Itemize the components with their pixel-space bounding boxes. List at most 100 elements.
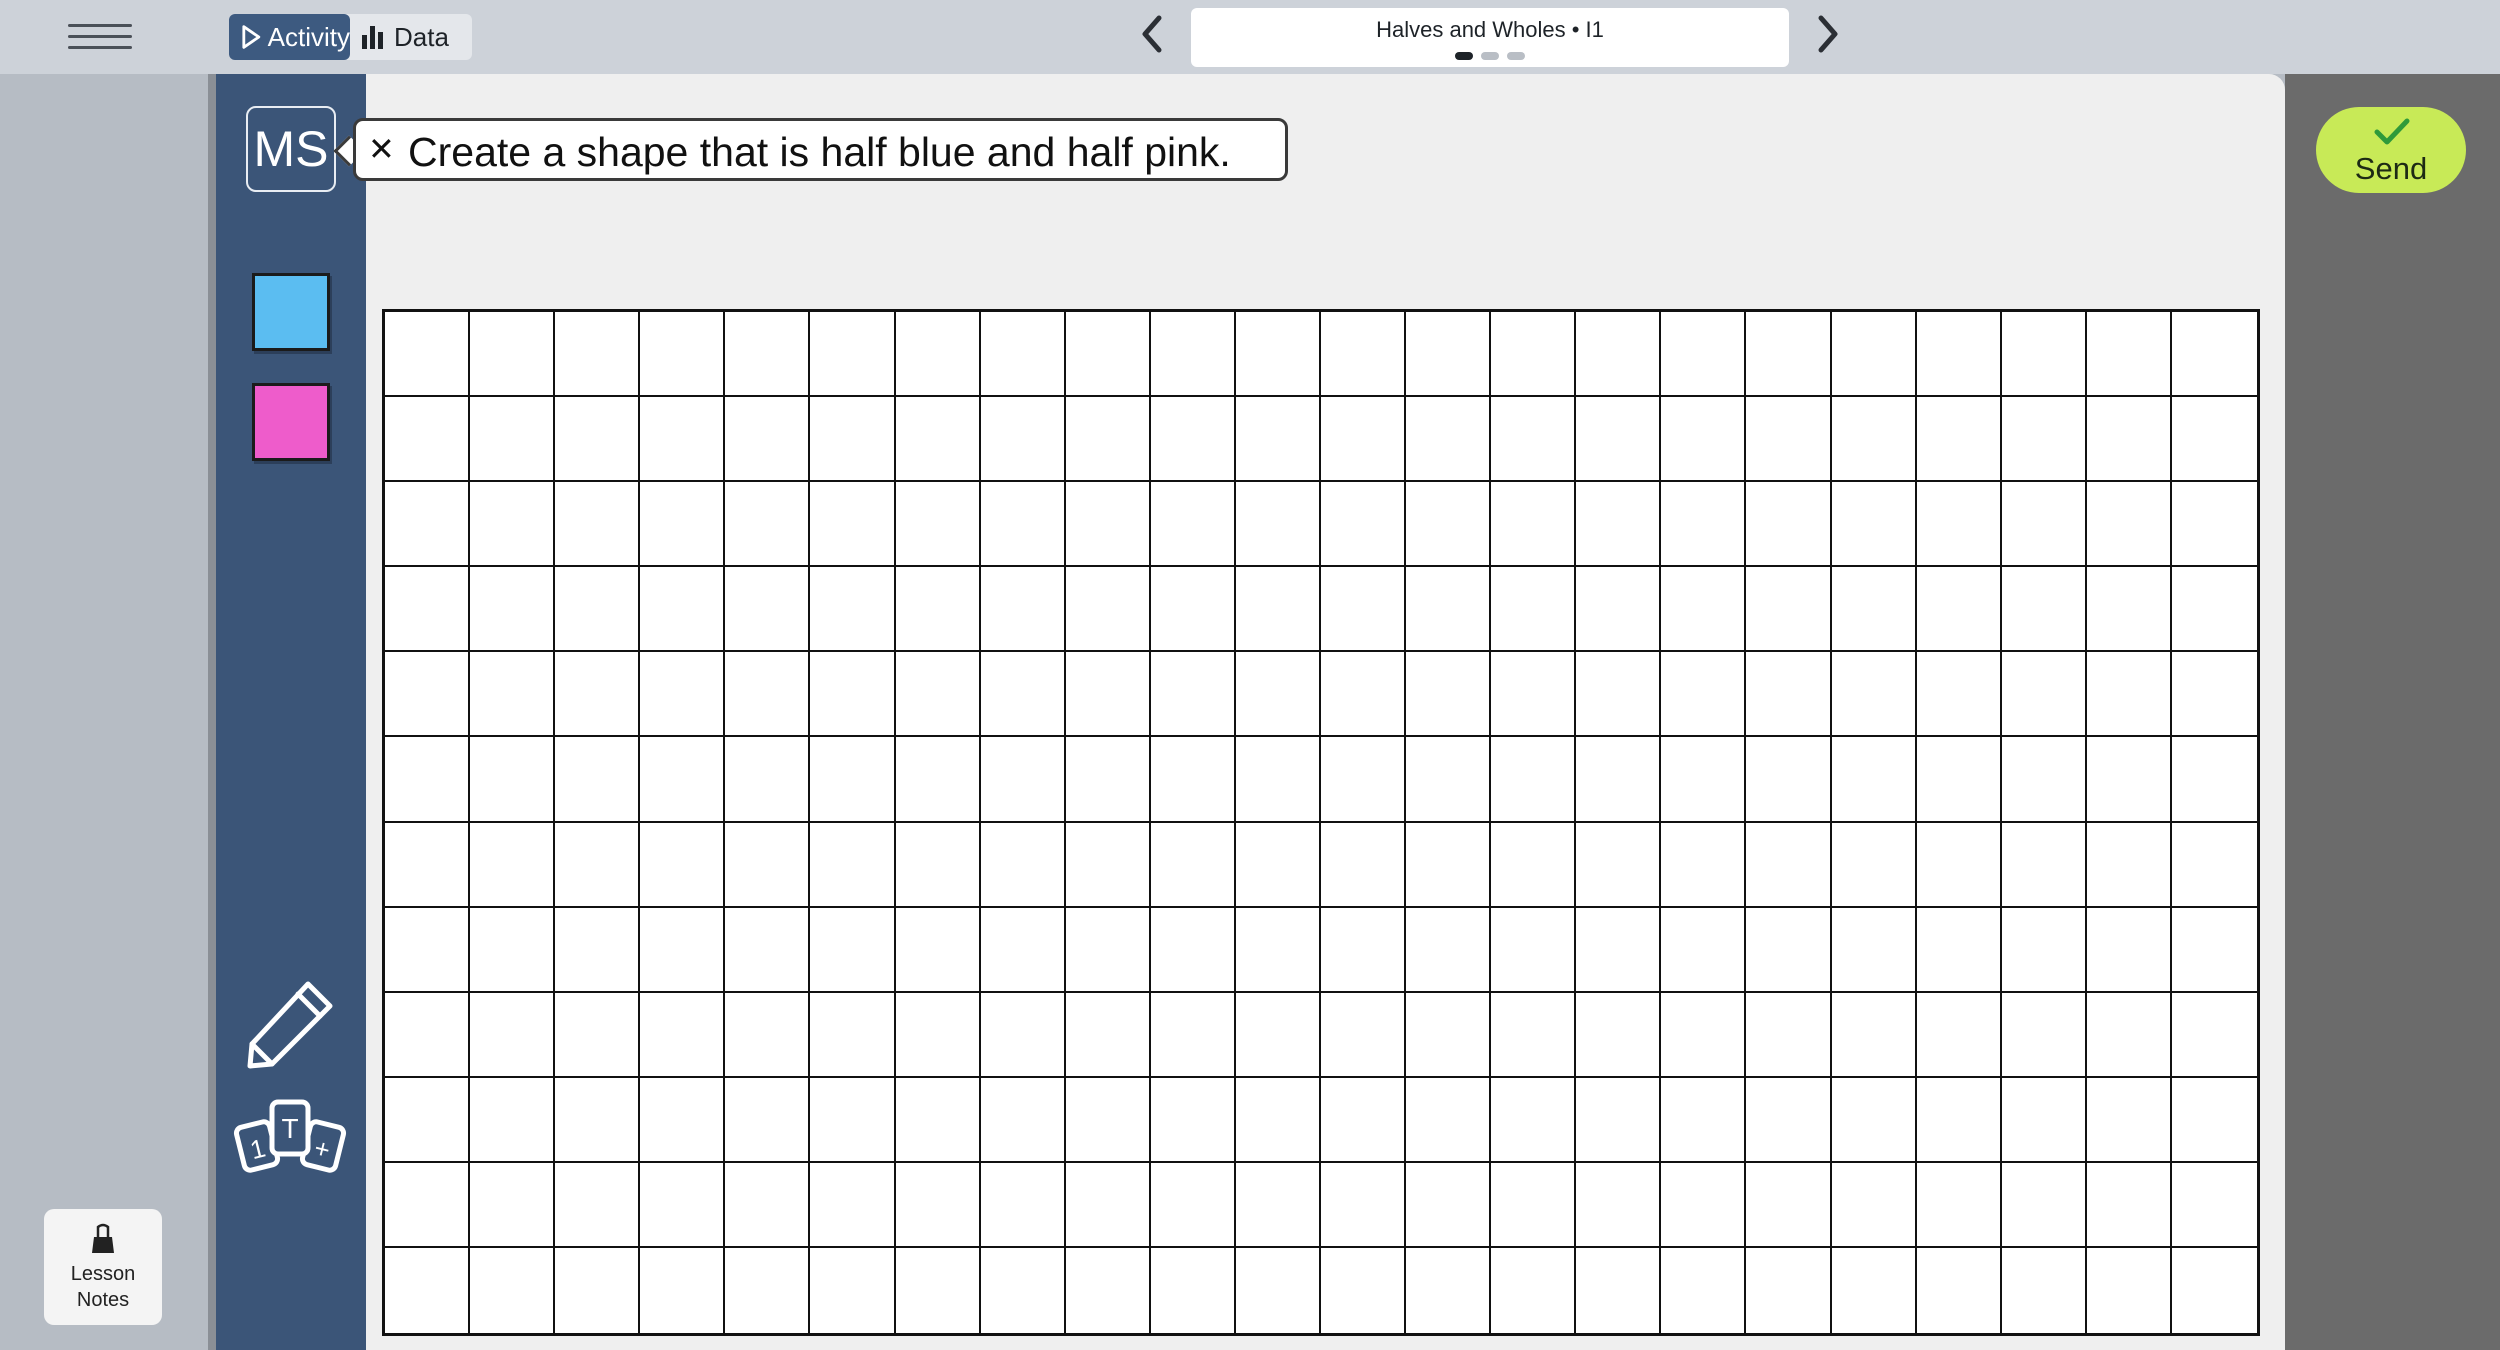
grid-cell[interactable] (1661, 652, 1747, 738)
grid-cell[interactable] (470, 1162, 556, 1248)
grid-cell[interactable] (2086, 737, 2172, 823)
lesson-notes-button[interactable]: Lesson Notes (44, 1209, 162, 1325)
grid-cell[interactable] (1916, 992, 2002, 1078)
grid-cell[interactable] (1235, 567, 1321, 653)
grid-cell[interactable] (725, 822, 811, 908)
grid-cell[interactable] (1746, 737, 1832, 823)
grid-cell[interactable] (470, 482, 556, 568)
grid-cell[interactable] (1746, 1247, 1832, 1333)
grid-cell[interactable] (2171, 652, 2257, 738)
grid-cell[interactable] (1321, 907, 1407, 993)
grid-cell[interactable] (1065, 737, 1151, 823)
grid-cell[interactable] (640, 652, 726, 738)
grid-cell[interactable] (1916, 482, 2002, 568)
grid-cell[interactable] (1321, 397, 1407, 483)
grid-cell[interactable] (555, 907, 641, 993)
grid-cell[interactable] (2171, 1078, 2257, 1163)
grid-cell[interactable] (1065, 907, 1151, 993)
grid-cell[interactable] (810, 567, 896, 653)
tab-activity[interactable]: Activity (229, 14, 350, 60)
grid-cell[interactable] (725, 567, 811, 653)
grid-cell[interactable] (2001, 1162, 2087, 1248)
page-dot-3[interactable] (1507, 52, 1525, 60)
grid-cell[interactable] (1321, 992, 1407, 1078)
grid-cell[interactable] (725, 482, 811, 568)
grid-cell[interactable] (1491, 652, 1577, 738)
grid-cell[interactable] (470, 737, 556, 823)
grid-cell[interactable] (555, 652, 641, 738)
grid-cell[interactable] (555, 822, 641, 908)
grid-cell[interactable] (1065, 1077, 1151, 1163)
grid-cell[interactable] (2001, 312, 2087, 398)
grid-cell[interactable] (1236, 1247, 1321, 1333)
grid-cell[interactable] (640, 397, 726, 483)
grid-cell[interactable] (725, 992, 811, 1078)
grid-cell[interactable] (1406, 652, 1492, 738)
grid-cell[interactable] (1406, 992, 1492, 1078)
grid-cell[interactable] (1321, 482, 1407, 568)
grid-cell[interactable] (1321, 737, 1407, 823)
grid-cell[interactable] (1065, 482, 1151, 568)
grid-cell[interactable] (1831, 1077, 1917, 1163)
grid-cell[interactable] (1661, 312, 1747, 398)
grid-cell[interactable] (1150, 652, 1236, 738)
grid-cell[interactable] (555, 312, 641, 398)
grid-cell[interactable] (1916, 397, 2002, 483)
grid-cell[interactable] (1576, 312, 1662, 398)
grid-cell[interactable] (1235, 822, 1321, 908)
grid-cell[interactable] (810, 482, 896, 568)
grid-cell[interactable] (1746, 1162, 1832, 1248)
grid-cell[interactable] (1746, 1077, 1832, 1163)
grid-cell[interactable] (1831, 1162, 1917, 1248)
grid-cell[interactable] (470, 652, 556, 738)
grid-cell[interactable] (2001, 992, 2087, 1078)
grid-cell[interactable] (980, 907, 1066, 993)
grid-cell[interactable] (1235, 482, 1321, 568)
grid-cell[interactable] (1661, 822, 1747, 908)
grid-cell[interactable] (1150, 737, 1236, 823)
grid-cell[interactable] (1321, 1247, 1407, 1333)
grid-cell[interactable] (1235, 1162, 1321, 1248)
grid-cell[interactable] (1491, 567, 1577, 653)
grid-cell[interactable] (980, 312, 1066, 398)
grid-cell[interactable] (725, 312, 811, 398)
grid-cell[interactable] (725, 397, 811, 483)
grid-cell[interactable] (1150, 1077, 1236, 1163)
grid-cell[interactable] (555, 397, 641, 483)
grid-cell[interactable] (1576, 737, 1662, 823)
grid-cell[interactable] (2171, 1163, 2257, 1248)
grid-cell[interactable] (895, 992, 981, 1078)
grid-cell[interactable] (555, 737, 641, 823)
grid-cell[interactable] (1235, 907, 1321, 993)
grid-cell[interactable] (640, 907, 726, 993)
grid-cell[interactable] (1831, 737, 1917, 823)
grid-cell[interactable] (1235, 737, 1321, 823)
page-dot-1[interactable] (1455, 52, 1473, 60)
grid-cell[interactable] (1235, 312, 1321, 398)
grid-cell[interactable] (1406, 907, 1492, 993)
grid-cell[interactable] (640, 312, 726, 398)
grid-cell[interactable] (810, 312, 896, 398)
grid-cell[interactable] (2001, 397, 2087, 483)
grid-cell[interactable] (2086, 822, 2172, 908)
grid-cell[interactable] (2086, 1077, 2172, 1163)
grid-cell[interactable] (1661, 737, 1747, 823)
grid-cell[interactable] (1576, 567, 1662, 653)
grid-cell[interactable] (555, 1162, 641, 1248)
grid-cell[interactable] (2086, 992, 2172, 1078)
grid-cell[interactable] (1746, 482, 1832, 568)
grid-cell[interactable] (1235, 652, 1321, 738)
grid-cell[interactable] (385, 737, 471, 823)
grid-cell[interactable] (2171, 993, 2257, 1078)
grid-cell[interactable] (725, 1247, 811, 1333)
grid-cell[interactable] (385, 567, 471, 653)
grid-cell[interactable] (1746, 822, 1832, 908)
grid-cell[interactable] (2001, 1077, 2087, 1163)
grid-cell[interactable] (1235, 397, 1321, 483)
grid-cell[interactable] (2171, 312, 2257, 398)
grid-cell[interactable] (1150, 482, 1236, 568)
tab-data[interactable]: Data (358, 14, 472, 60)
grid-cell[interactable] (1065, 822, 1151, 908)
grid-cell[interactable] (980, 397, 1066, 483)
grid-cell[interactable] (1491, 822, 1577, 908)
